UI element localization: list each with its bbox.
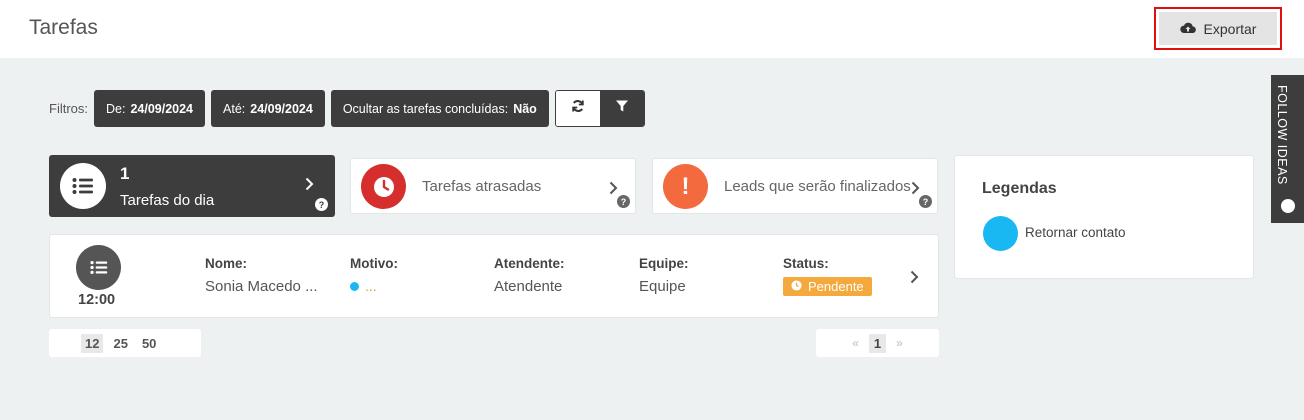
nome-label: Nome:: [205, 256, 248, 271]
chevron-right-icon: [609, 179, 618, 200]
clock-icon: [791, 279, 802, 294]
filter-hide-label: Ocultar as tarefas concluídas:: [342, 101, 509, 116]
tasks-of-day-card[interactable]: 1 Tarefas do dia ?: [49, 155, 335, 217]
page-title: Tarefas: [29, 16, 98, 39]
filter-from-chip[interactable]: De: 24/09/2024: [94, 90, 206, 127]
help-icon[interactable]: ?: [617, 195, 630, 208]
status-value: Pendente: [808, 279, 864, 294]
lightbulb-icon: [1281, 199, 1295, 213]
header-bar: Tarefas Exportar: [0, 0, 1304, 58]
page-size-50[interactable]: 50: [138, 334, 160, 353]
follow-ideas-label: FOLLOW IDEAS: [1275, 85, 1289, 185]
task-row[interactable]: 12:00 Nome: Sonia Macedo ... Motivo: ...…: [49, 234, 939, 318]
task-time: 12:00: [78, 292, 116, 308]
filters-bar: Filtros: De: 24/09/2024 Até: 24/09/2024 …: [49, 90, 645, 127]
filter-hide-completed-chip[interactable]: Ocultar as tarefas concluídas: Não: [330, 90, 549, 127]
clock-icon: [361, 164, 406, 209]
filters-label: Filtros:: [49, 101, 88, 116]
equipe-label: Equipe:: [639, 256, 689, 271]
status-badge: Pendente: [783, 277, 872, 296]
motivo-value: ...: [365, 278, 377, 294]
atendente-label: Atendente:: [494, 256, 565, 271]
chevron-right-icon: [305, 175, 314, 196]
exclamation-icon: !: [663, 164, 708, 209]
filter-to-label: Até:: [223, 101, 246, 116]
filter-button[interactable]: [599, 91, 644, 126]
task-equipe: Equipe: Equipe: [639, 256, 689, 295]
late-tasks-label: Tarefas atrasadas: [422, 178, 542, 195]
filter-hide-value: Não: [513, 101, 537, 116]
tasks-of-day-label: Tarefas do dia: [120, 192, 215, 209]
late-tasks-card[interactable]: Tarefas atrasadas ?: [350, 158, 636, 214]
leads-finalized-card[interactable]: ! Leads que serão finalizados ?: [652, 158, 938, 214]
help-icon[interactable]: ?: [315, 198, 328, 211]
motivo-color-dot: [350, 281, 359, 291]
filter-to-chip[interactable]: Até: 24/09/2024: [211, 90, 325, 127]
follow-ideas-tab[interactable]: FOLLOW IDEAS: [1271, 75, 1304, 223]
legend-panel: Legendas Retornar contato: [954, 155, 1254, 279]
equipe-value: Equipe: [639, 278, 686, 295]
page-button-1[interactable]: 1: [868, 333, 887, 353]
task-atendente: Atendente: Atendente: [494, 256, 565, 295]
pagination: « 1 »: [816, 329, 939, 357]
legend-color-dot: [983, 216, 1018, 251]
filter-to-value: 24/09/2024: [250, 101, 313, 116]
next-page-button[interactable]: »: [896, 336, 903, 350]
help-icon[interactable]: ?: [919, 195, 932, 208]
prev-page-button[interactable]: «: [852, 336, 859, 350]
list-icon: [76, 245, 121, 290]
filter-from-label: De:: [106, 101, 126, 116]
status-label: Status:: [783, 256, 829, 271]
atendente-value: Atendente: [494, 278, 563, 295]
motivo-label: Motivo:: [350, 256, 398, 271]
page-size-selector: 12 25 50: [49, 329, 201, 357]
tasks-of-day-count: 1: [120, 164, 130, 183]
chevron-right-icon[interactable]: [910, 268, 919, 289]
legend-title: Legendas: [982, 180, 1057, 197]
filter-actions: [554, 90, 645, 127]
page-size-25[interactable]: 25: [109, 334, 131, 353]
filter-icon: [615, 99, 629, 118]
cloud-upload-icon: [1179, 21, 1196, 37]
leads-finalized-label: Leads que serão finalizados: [724, 178, 911, 195]
page-size-12[interactable]: 12: [81, 333, 104, 353]
filter-from-value: 24/09/2024: [130, 101, 194, 116]
task-motivo: Motivo: ...: [350, 256, 398, 294]
nome-value: Sonia Macedo ...: [205, 278, 318, 295]
refresh-icon: [571, 99, 585, 118]
task-status: Status: Pendente: [783, 256, 872, 296]
task-nome: Nome: Sonia Macedo ...: [205, 256, 318, 295]
export-button[interactable]: Exportar: [1154, 7, 1282, 50]
refresh-button[interactable]: [555, 91, 600, 126]
export-label: Exportar: [1203, 20, 1257, 37]
chevron-right-icon: [911, 179, 920, 200]
legend-item-label: Retornar contato: [1025, 225, 1126, 240]
list-icon: [60, 163, 106, 209]
